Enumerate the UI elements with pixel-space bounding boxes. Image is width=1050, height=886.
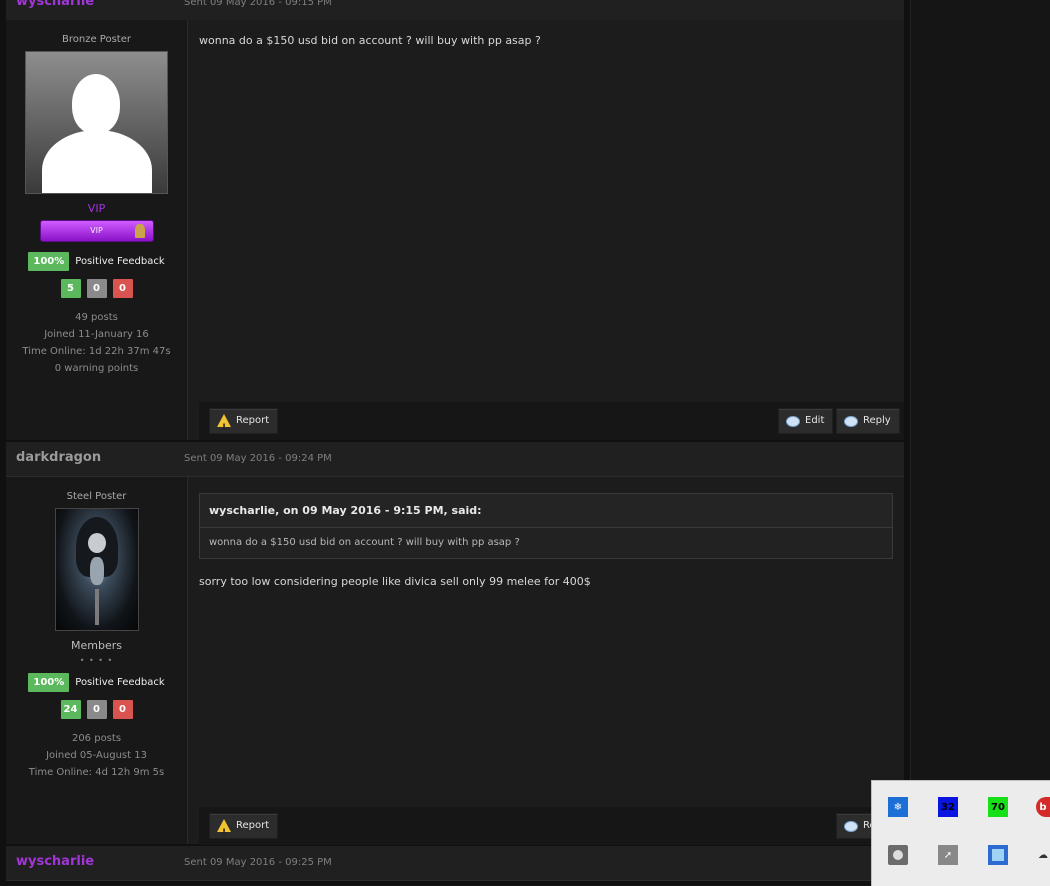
report-button[interactable]: Report [209,408,279,440]
snowflake-icon[interactable]: ❄ [888,797,908,817]
warning-points: 0 warning points [54,363,139,374]
post-message: wonna do a $150 usd bid on account ? wil… [199,34,541,47]
author-rank: Bronze Poster [62,34,131,45]
post-date: Sent 09 May 2016 - 09:25 PM [184,857,332,868]
post-date: Sent 09 May 2016 - 09:24 PM [184,453,332,464]
time-online: Time Online: 4d 12h 9m 5s [28,767,165,778]
post-body: Bronze Poster VIP VIP 100% Positive Feed… [6,20,904,440]
avatar[interactable] [54,508,139,631]
system-tray-popup: ❄ 32 70 b ➚ ☁ [871,780,1050,886]
beats-icon[interactable]: b [1036,797,1050,817]
cloud-icon[interactable]: ☁ [1036,845,1050,865]
neutral-count[interactable]: 0 [86,279,107,298]
post-count: 49 posts [75,312,118,323]
temp-70-label: 70 [991,801,1005,813]
quote-block: wyscharlie, on 09 May 2016 - 9:15 PM, sa… [199,493,893,559]
author-rank: Steel Poster [66,491,127,502]
author-group: Members [71,639,122,652]
reply-bubble-icon [844,819,858,833]
rank-pips: • • • • [79,656,114,665]
feedback-percent[interactable]: 100% [28,252,70,271]
neutral-count[interactable]: 0 [86,700,107,719]
warning-icon [217,414,231,440]
avatar[interactable] [25,51,168,194]
reply-label: Reply [863,415,891,426]
post-actions: Report Re [199,807,904,845]
positive-count[interactable]: 5 [60,279,81,298]
quote-citation: wyscharlie, on 09 May 2016 - 9:15 PM, sa… [200,494,892,528]
author-panel: Steel Poster Members • • • • 100% Positi… [6,477,188,844]
negative-count[interactable]: 0 [112,700,133,719]
feedback-counts: 5 0 0 [6,279,187,298]
right-pane [910,0,1050,885]
window-app-icon[interactable] [988,845,1008,865]
post-content: wyscharlie, on 09 May 2016 - 9:15 PM, sa… [188,477,904,845]
negative-count[interactable]: 0 [112,279,133,298]
vip-badge-label: VIP [90,226,103,235]
reply-bubble-icon [844,414,858,428]
post-author-link[interactable]: wyscharlie [16,0,94,9]
temp-70-icon[interactable]: 70 [988,797,1008,817]
report-label: Report [236,415,270,426]
temp-32-label: 32 [941,801,955,813]
feedback-row: 100% Positive Feedback [6,673,187,692]
quote-text: wonna do a $150 usd bid on account ? wil… [209,537,520,548]
post-header: wyscharlie Sent 09 May 2016 - 09:15 PM [6,0,904,21]
arrow-app-icon[interactable]: ➚ [938,845,958,865]
feedback-label: Positive Feedback [75,256,165,267]
post-content: wonna do a $150 usd bid on account ? wil… [188,20,904,440]
edit-bubble-icon [786,414,800,428]
post-author-link[interactable]: darkdragon [16,450,101,465]
reply-button[interactable]: Reply [836,408,900,434]
edit-label: Edit [805,415,825,426]
temp-32-icon[interactable]: 32 [938,797,958,817]
time-online: Time Online: 1d 22h 37m 47s [22,346,171,357]
post-author-link[interactable]: wyscharlie [16,854,94,869]
edit-button[interactable]: Edit [778,408,834,434]
feedback-label: Positive Feedback [75,677,165,688]
post-count: 206 posts [71,733,122,744]
warning-icon [217,819,231,845]
vip-badge: VIP [39,220,154,242]
vip-figure-icon [134,224,145,238]
post-date: Sent 09 May 2016 - 09:15 PM [184,0,332,8]
report-label: Report [236,820,270,831]
feedback-counts: 24 0 0 [6,700,187,719]
post-actions: Report Edit Reply [199,402,904,440]
positive-count[interactable]: 24 [60,700,81,719]
join-date: Joined 05-August 13 [46,750,147,761]
author-stats: 206 posts Joined 05-August 13 Time Onlin… [6,733,187,778]
feedback-row: 100% Positive Feedback [6,252,187,271]
join-date: Joined 11-January 16 [44,329,149,340]
author-panel: Bronze Poster VIP VIP 100% Positive Feed… [6,20,188,440]
post-message: sorry too low considering people like di… [199,575,591,588]
feedback-percent[interactable]: 100% [28,673,70,692]
author-stats: 49 posts Joined 11-January 16 Time Onlin… [6,312,187,374]
disk-icon[interactable] [888,845,908,865]
post-body: Steel Poster Members • • • • 100% Positi… [6,477,904,845]
post-header: darkdragon Sent 09 May 2016 - 09:24 PM [6,442,904,477]
forum-thread: wyscharlie Sent 09 May 2016 - 09:15 PM B… [0,0,910,885]
author-group: VIP [87,202,106,215]
post-header: wyscharlie Sent 09 May 2016 - 09:25 PM [6,846,904,881]
report-button[interactable]: Report [209,813,279,845]
